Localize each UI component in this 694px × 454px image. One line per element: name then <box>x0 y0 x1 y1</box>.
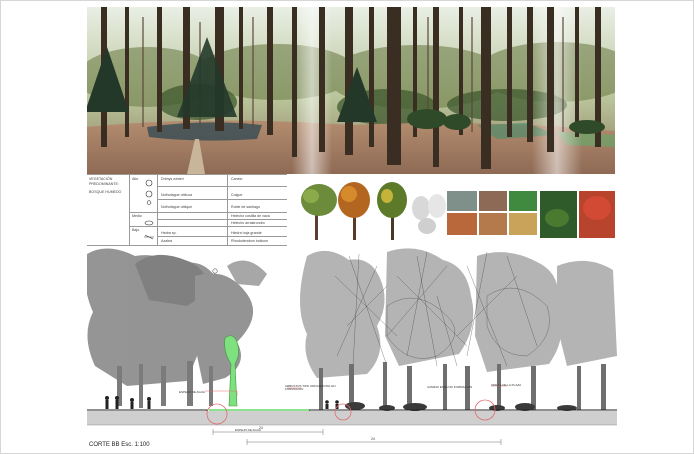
species-sci-2: Nothofague oblicua <box>161 193 192 197</box>
annotation-2: ARBUSTOS TIPO ORNAMENTAL EN FORMACION <box>285 384 336 392</box>
section-title: CORTE BB Esc. 1:100 <box>89 442 150 448</box>
species-common-1: Canelo <box>231 177 243 181</box>
species-common-3: Roble de santiago <box>231 205 260 209</box>
species-common-5: Helecho arrastrondro <box>231 221 265 225</box>
veg-header-line-2: PREDOMINANTE: <box>89 182 119 186</box>
tree-symbol-icon <box>144 179 154 240</box>
veg-header-line-3: BOSQUE HUMEDO <box>89 190 122 194</box>
species-common-7: Rhododendron indicum <box>231 239 269 243</box>
dimension-1: 24 <box>259 426 263 430</box>
annotation-4: ORILLA DE LA PLAZA <box>491 383 522 387</box>
species-photo-strip <box>297 178 617 243</box>
annotation-1: ESPEJO DE AGUA <box>179 390 206 394</box>
forest-render-image <box>87 7 615 174</box>
section-drawing: ESPEJO DE AGUA ARBUSTOS TIPO ORNAMENTAL … <box>85 246 617 451</box>
species-sci-7: Azalea <box>161 239 172 243</box>
species-sci-1: Drimys winteri <box>161 177 184 181</box>
species-sci-3: Nothofague oblique <box>161 205 193 209</box>
tree-photo-1 <box>301 184 337 240</box>
vegetation-table: VEGETACIÓN PREDOMINANTE: BOSQUE HUMEDO A… <box>87 174 287 246</box>
species-common-4: Helecho costilla de vaca <box>231 214 270 218</box>
drawing-sheet: VEGETACIÓN PREDOMINANTE: BOSQUE HUMEDO A… <box>0 0 694 454</box>
annotation-5: ESPEJO DE AGUA <box>235 428 262 432</box>
annotation-3: CAMINO ESPACIO FORMACION <box>427 385 473 389</box>
species-common-2: Coigue <box>231 193 243 197</box>
veg-header-line-1: VEGETACIÓN <box>89 177 113 181</box>
dimension-2: 24 <box>371 437 375 441</box>
species-common-6: Hiedra hoja grande <box>231 231 262 235</box>
species-sci-6: Hedra sp. <box>161 231 177 235</box>
